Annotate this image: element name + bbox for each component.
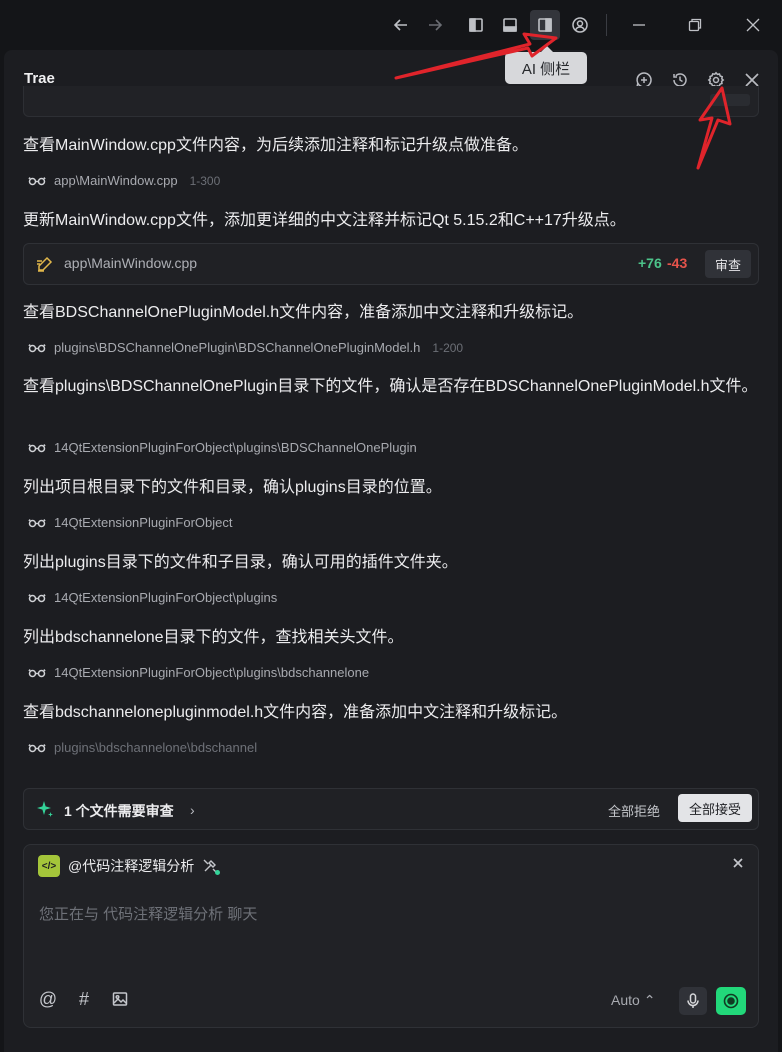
hash-icon[interactable]: # (74, 989, 94, 1009)
mention-icon[interactable]: @ (38, 989, 58, 1009)
send-button[interactable] (716, 987, 746, 1015)
line-range: 1-200 (432, 340, 464, 355)
glasses-icon (28, 743, 46, 752)
left-sidebar-icon[interactable] (461, 10, 491, 40)
file-reference[interactable]: 14QtExtensionPluginForObject\plugins (28, 590, 277, 605)
glasses-icon (28, 176, 46, 185)
step-title: 更新MainWindow.cpp文件，添加更详细的中文注释并标记Qt 5.15.… (23, 212, 626, 229)
edit-pencil-icon (37, 256, 53, 272)
pending-review-bar[interactable]: 1 个文件需要审查 › 全部拒绝 全部接受 (23, 788, 759, 830)
right-sidebar-icon[interactable] (530, 10, 560, 40)
tools-icon[interactable] (202, 858, 221, 875)
previous-output-box (23, 86, 759, 117)
step-title: 查看plugins\BDSChannelOnePlugin目录下的文件，确认是否… (23, 378, 758, 395)
forward-arrow-icon[interactable] (420, 10, 450, 40)
deletions-count: -43 (667, 255, 688, 271)
file-path: plugins\bdschannelone\bdschannel (54, 740, 258, 755)
step-title: 列出bdschannelone目录下的文件，查找相关头文件。 (23, 629, 404, 646)
minimize-icon[interactable] (624, 10, 654, 40)
model-selector[interactable]: Auto ⌃ (611, 992, 655, 1009)
file-path: 14QtExtensionPluginForObject\plugins (54, 590, 278, 605)
microphone-icon (687, 993, 699, 1008)
send-icon (723, 993, 739, 1009)
chat-input-box[interactable]: </> @代码注释逻辑分析 您正在与 代码注释逻辑分析 聊天 @ # Auto … (23, 844, 759, 1028)
close-icon[interactable] (730, 855, 746, 871)
ai-sidebar-panel: Trae 查看MainWindow.cpp文件内容，为后续添加注释和标记升级点做… (4, 50, 778, 1052)
file-change-card[interactable]: app\MainWindow.cpp +76 -43 审查 (23, 243, 759, 285)
agent-chip[interactable]: </> @代码注释逻辑分析 (38, 855, 221, 877)
account-icon[interactable] (565, 10, 595, 40)
glasses-icon (28, 668, 46, 677)
review-button[interactable]: 审查 (705, 250, 751, 278)
image-icon[interactable] (110, 989, 130, 1009)
agent-logo-icon: </> (38, 855, 60, 877)
title-bar (0, 0, 782, 48)
chevron-up-icon: ⌃ (643, 992, 656, 1008)
message-input[interactable]: 您正在与 代码注释逻辑分析 聊天 (39, 903, 257, 924)
step-title: 查看BDSChannelOnePluginModel.h文件内容，准备添加中文注… (23, 304, 584, 321)
panel-title: Trae (24, 70, 55, 87)
additions-count: +76 (638, 255, 662, 271)
step-title: 查看MainWindow.cpp文件内容，为后续添加注释和标记升级点做准备。 (23, 137, 528, 154)
step-title: 列出项目根目录下的文件和目录，确认plugins目录的位置。 (23, 479, 442, 496)
file-reference[interactable]: plugins\bdschannelone\bdschannel (28, 740, 257, 755)
agent-name: @代码注释逻辑分析 (68, 858, 195, 874)
glasses-icon (28, 518, 46, 527)
file-reference[interactable]: 14QtExtensionPluginForObject (28, 515, 232, 530)
file-path: 14QtExtensionPluginForObject\plugins\BDS… (54, 440, 417, 455)
tooltip: AI 侧栏 (505, 46, 587, 84)
file-reference[interactable]: plugins\BDSChannelOnePlugin\BDSChannelOn… (28, 340, 463, 355)
model-name: Auto (611, 992, 640, 1008)
step-title: 列出plugins目录下的文件和子目录，确认可用的插件文件夹。 (23, 554, 458, 571)
microphone-button[interactable] (679, 987, 707, 1015)
file-reference[interactable]: 14QtExtensionPluginForObject\plugins\BDS… (28, 440, 417, 455)
file-path: plugins\BDSChannelOnePlugin\BDSChannelOn… (54, 340, 421, 355)
bottom-panel-icon[interactable] (495, 10, 525, 40)
file-reference[interactable]: 14QtExtensionPluginForObject\plugins\bds… (28, 665, 369, 680)
chevron-right-icon[interactable]: › (190, 802, 195, 818)
reject-all-button[interactable]: 全部拒绝 (608, 801, 660, 820)
step-title: 查看bdschannelonepluginmodel.h文件内容，准备添加中文注… (23, 704, 568, 721)
sparkle-icon (37, 801, 53, 817)
changed-file-name: app\MainWindow.cpp (64, 255, 198, 271)
file-path: app\MainWindow.cpp (54, 173, 178, 188)
file-path: 14QtExtensionPluginForObject\plugins\bds… (54, 665, 370, 680)
back-arrow-icon[interactable] (386, 10, 416, 40)
close-icon[interactable] (738, 10, 768, 40)
file-path: 14QtExtensionPluginForObject (54, 515, 233, 530)
titlebar-separator (606, 14, 607, 36)
line-range: 1-300 (189, 173, 221, 188)
file-reference[interactable]: app\MainWindow.cpp 1-300 (28, 173, 220, 188)
input-toolbar: @ # (38, 989, 130, 1009)
review-count-label: 1 个文件需要审查 (64, 803, 174, 819)
restore-icon[interactable] (680, 10, 710, 40)
glasses-icon (28, 343, 46, 352)
accept-all-button[interactable]: 全部接受 (678, 794, 752, 822)
glasses-icon (28, 593, 46, 602)
glasses-icon (28, 443, 46, 452)
